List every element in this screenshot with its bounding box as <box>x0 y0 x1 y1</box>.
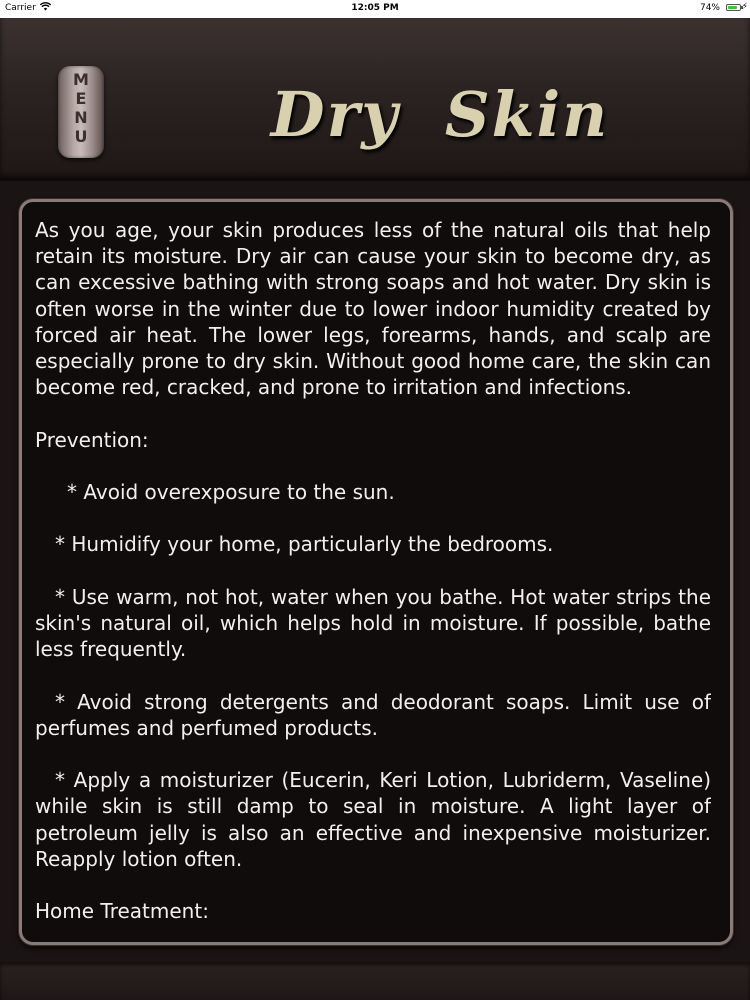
article-text[interactable]: As you age, your skin produces less of t… <box>35 217 711 937</box>
header-divider <box>0 178 750 181</box>
treatment-heading: Home Treatment: <box>35 899 209 924</box>
status-time: 12:05 PM <box>351 3 399 13</box>
menu-button[interactable]: M E N U <box>58 66 104 158</box>
footer-bar <box>0 962 750 1000</box>
prevention-item: * Avoid strong detergents and deodorant … <box>35 689 711 740</box>
battery-icon <box>726 4 743 11</box>
status-bar: Carrier 12:05 PM 74% ⚡ <box>0 0 750 18</box>
prevention-item: * Avoid overexposure to the sun. <box>67 480 395 504</box>
prevention-item: * Humidify your home, particularly the b… <box>55 532 554 557</box>
intro-paragraph: As you age, your skin produces less of t… <box>35 218 711 400</box>
charging-icon: ⚡ <box>741 2 748 12</box>
prevention-item: * Use warm, not hot, water when you bath… <box>35 584 711 662</box>
content-panel[interactable]: As you age, your skin produces less of t… <box>19 199 733 945</box>
menu-button-label: M E N U <box>73 70 89 146</box>
prevention-item: * Apply a moisturizer (Eucerin, Keri Lot… <box>35 768 711 871</box>
battery-percent: 74% <box>699 3 720 13</box>
prevention-heading: Prevention: <box>35 427 149 452</box>
page-title: Dry Skin <box>270 78 610 151</box>
